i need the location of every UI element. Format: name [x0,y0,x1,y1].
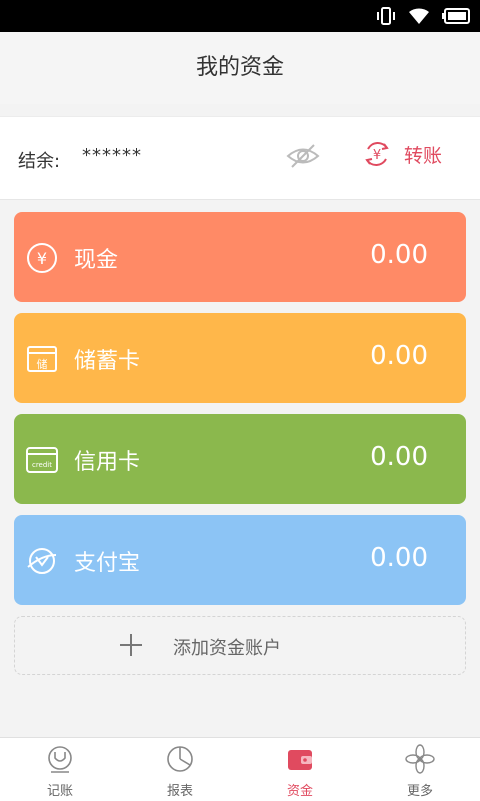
transfer-label: 转账 [404,144,443,167]
account-card-cash[interactable]: ¥ 现金 0.00 [14,212,466,302]
transfer-icon: ¥ [365,142,389,166]
add-account-button[interactable]: 添加资金账户 [14,616,466,675]
credit-card-icon: credit [26,447,58,473]
account-amount: 0.00 [370,543,428,573]
tab-label: 资金 [286,784,313,799]
tab-more[interactable]: 更多 [360,738,480,801]
status-bar [0,0,480,32]
account-card-alipay[interactable]: 支付宝 0.00 [14,515,466,605]
svg-text:¥: ¥ [373,148,381,163]
account-card-savings[interactable]: 储 储蓄卡 0.00 [14,313,466,403]
transfer-button[interactable]: ¥ 转账 [362,139,442,169]
account-card-credit[interactable]: credit 信用卡 0.00 [14,414,466,504]
account-name: 储蓄卡 [74,349,141,374]
yen-icon: ¥ [27,243,57,273]
battery-icon [442,8,470,24]
tab-bookkeeping[interactable]: 记账 [0,738,120,801]
tab-label: 更多 [406,784,433,799]
more-flower-icon [405,744,435,774]
account-amount: 0.00 [370,442,428,472]
tab-label: 报表 [166,784,193,799]
account-name: 现金 [74,248,119,273]
svg-text:¥: ¥ [37,249,47,268]
eye-hidden-icon[interactable] [286,143,320,169]
tab-label: 记账 [46,784,73,799]
wallet-icon [288,750,312,770]
vibrate-icon [377,7,395,25]
balance-bar: 结余: ****** ¥ 转账 [0,116,480,200]
alipay-icon [27,548,57,574]
balance-value: ****** [82,145,142,166]
account-name: 信用卡 [74,450,141,475]
wifi-icon [409,8,429,24]
tab-report[interactable]: 报表 [120,738,240,801]
add-account-label: 添加资金账户 [173,638,281,659]
account-amount: 0.00 [370,341,428,371]
account-name: 支付宝 [74,551,141,576]
report-chart-icon [167,746,193,772]
tab-funds[interactable]: 资金 [240,738,360,801]
balance-label: 结余: [18,151,61,172]
bookkeeping-icon [48,746,72,773]
svg-text:credit: credit [32,461,52,469]
page-title: 我的资金 [0,32,480,104]
bottom-tab-bar: 记账 报表 资金 更多 [0,737,480,801]
plus-icon [120,634,142,656]
svg-text:储: 储 [37,357,48,371]
savings-card-icon: 储 [27,346,57,372]
account-amount: 0.00 [370,240,428,270]
